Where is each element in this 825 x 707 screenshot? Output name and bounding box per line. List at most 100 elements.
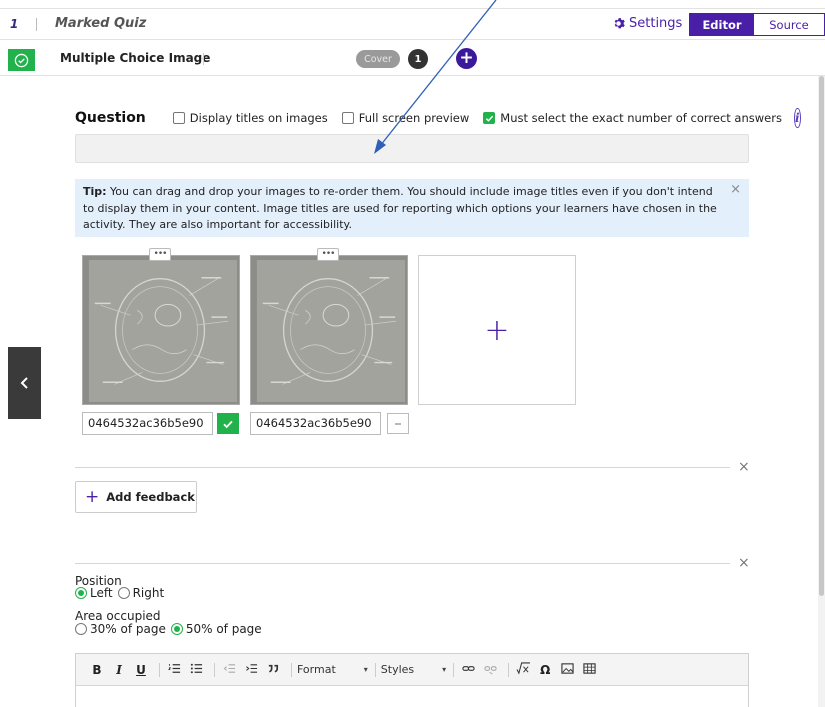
radio-label: Left bbox=[90, 586, 113, 600]
collapse-panel-button[interactable] bbox=[8, 347, 41, 419]
divider bbox=[508, 662, 510, 677]
image-icon[interactable] bbox=[558, 662, 576, 678]
mark-correct-button[interactable] bbox=[217, 413, 239, 434]
area-options: 30% of page 50% of page bbox=[75, 622, 267, 636]
bold-button[interactable]: B bbox=[88, 663, 106, 677]
block-status[interactable] bbox=[8, 49, 35, 71]
special-character-icon[interactable]: Ω bbox=[536, 663, 554, 677]
exact-number-checkbox[interactable] bbox=[483, 112, 496, 124]
slide-number: 1 bbox=[10, 17, 19, 31]
editor-toolbar: B I U Format ▾ Styles ▾ Ω bbox=[76, 654, 748, 686]
cover-button[interactable]: Cover bbox=[356, 50, 400, 68]
radio-label: 30% of page bbox=[90, 622, 166, 636]
info-icon[interactable]: i bbox=[793, 108, 801, 128]
area-50-radio[interactable] bbox=[170, 623, 183, 635]
outdent-icon[interactable] bbox=[220, 662, 238, 678]
link-icon[interactable] bbox=[459, 662, 477, 678]
radio-label: Right bbox=[132, 586, 165, 600]
view-tabs: Editor Source bbox=[689, 13, 825, 36]
settings-label: Settings bbox=[629, 16, 683, 31]
position-options: Left Right bbox=[75, 586, 169, 600]
gear-icon bbox=[614, 18, 625, 29]
numbered-list-icon[interactable] bbox=[165, 662, 183, 678]
chevron-down-icon: ▾ bbox=[442, 665, 447, 674]
close-feedback-button[interactable]: × bbox=[738, 459, 750, 475]
cell-diagram-image bbox=[83, 256, 239, 404]
divider bbox=[159, 662, 160, 677]
styles-dropdown[interactable]: Styles bbox=[381, 663, 414, 676]
display-titles-checkbox[interactable] bbox=[172, 112, 185, 124]
drag-handle[interactable]: ••• bbox=[149, 248, 171, 261]
image-title-input[interactable]: 0464532ac36b5e90 bbox=[82, 412, 213, 435]
display-titles-option[interactable]: Display titles on images bbox=[172, 111, 328, 125]
add-image-button[interactable]: + bbox=[418, 255, 576, 405]
rich-text-editor: B I U Format ▾ Styles ▾ Ω bbox=[75, 653, 749, 707]
divider bbox=[374, 662, 376, 677]
table-icon[interactable] bbox=[580, 662, 598, 678]
blockquote-icon[interactable] bbox=[264, 662, 282, 678]
image-option-1[interactable] bbox=[82, 255, 240, 405]
math-icon[interactable] bbox=[514, 661, 532, 678]
question-header: Question Display titles on images Full s… bbox=[75, 107, 801, 129]
cell-diagram-image bbox=[251, 256, 407, 404]
chevron-down-icon: ▾ bbox=[363, 665, 368, 674]
add-feedback-label: Add feedback bbox=[106, 490, 195, 504]
italic-button[interactable]: I bbox=[110, 663, 128, 677]
tab-editor[interactable]: Editor bbox=[690, 14, 754, 35]
tab-source[interactable]: Source bbox=[754, 14, 824, 35]
quiz-title[interactable]: Marked Quiz bbox=[55, 16, 146, 31]
block-title[interactable]: Multiple Choice Image bbox=[60, 51, 210, 65]
page-number-button[interactable]: 1 bbox=[408, 49, 428, 69]
position-left-radio[interactable] bbox=[75, 587, 87, 599]
exact-number-option[interactable]: Must select the exact number of correct … bbox=[483, 111, 782, 125]
position-right-radio[interactable] bbox=[117, 587, 130, 599]
mark-incorrect-button[interactable] bbox=[387, 413, 409, 434]
underline-button[interactable]: U bbox=[132, 663, 150, 677]
area-label: Area occupied bbox=[75, 609, 161, 623]
minus-icon bbox=[395, 422, 401, 425]
image-option-2[interactable] bbox=[250, 255, 408, 405]
check-icon bbox=[223, 420, 233, 428]
divider bbox=[291, 662, 292, 677]
tip-box: Tip: You can drag and drop your images t… bbox=[75, 179, 749, 237]
block-bar: Multiple Choice Image Cover 1 + bbox=[0, 40, 825, 76]
radio-label: 50% of page bbox=[185, 622, 262, 636]
tip-close-button[interactable]: × bbox=[730, 182, 741, 199]
question-input[interactable] bbox=[75, 134, 749, 163]
option-label: Full screen preview bbox=[358, 111, 470, 125]
settings-button[interactable]: Settings bbox=[612, 16, 682, 31]
indent-icon[interactable] bbox=[242, 662, 260, 678]
divider bbox=[36, 18, 37, 31]
image-title-input[interactable]: 0464532ac36b5e90 bbox=[250, 412, 381, 435]
option-label: Display titles on images bbox=[189, 111, 328, 125]
option-label: Must select the exact number of correct … bbox=[500, 111, 782, 125]
tip-text: You can drag and drop your images to re-… bbox=[83, 185, 717, 231]
divider bbox=[203, 53, 204, 65]
question-label: Question bbox=[75, 110, 146, 126]
chevron-left-icon bbox=[20, 377, 28, 389]
area-30-radio[interactable] bbox=[75, 623, 87, 635]
section-divider bbox=[75, 563, 730, 564]
divider bbox=[214, 662, 215, 677]
divider bbox=[453, 662, 455, 677]
add-page-button[interactable]: + bbox=[456, 48, 477, 69]
position-left-option[interactable]: Left bbox=[75, 586, 113, 600]
check-icon bbox=[485, 115, 493, 122]
plus-icon: + bbox=[85, 487, 100, 507]
area-30-option[interactable]: 30% of page bbox=[75, 622, 166, 636]
section-divider bbox=[75, 467, 730, 468]
add-feedback-button[interactable]: + Add feedback bbox=[75, 481, 197, 513]
full-screen-option[interactable]: Full screen preview bbox=[341, 111, 470, 125]
check-circle-icon bbox=[14, 53, 29, 67]
scroll-thumb[interactable] bbox=[819, 76, 824, 596]
position-right-option[interactable]: Right bbox=[117, 586, 165, 600]
format-dropdown[interactable]: Format bbox=[297, 663, 336, 676]
drag-handle[interactable]: ••• bbox=[317, 248, 339, 261]
scrollbar[interactable] bbox=[818, 76, 825, 707]
top-bar: 1 Marked Quiz Settings Editor Source bbox=[0, 8, 825, 40]
area-50-option[interactable]: 50% of page bbox=[170, 622, 262, 636]
full-screen-checkbox[interactable] bbox=[341, 112, 354, 124]
bullet-list-icon[interactable] bbox=[187, 662, 205, 678]
unlink-icon[interactable] bbox=[481, 662, 499, 678]
close-layout-button[interactable]: × bbox=[738, 555, 750, 571]
